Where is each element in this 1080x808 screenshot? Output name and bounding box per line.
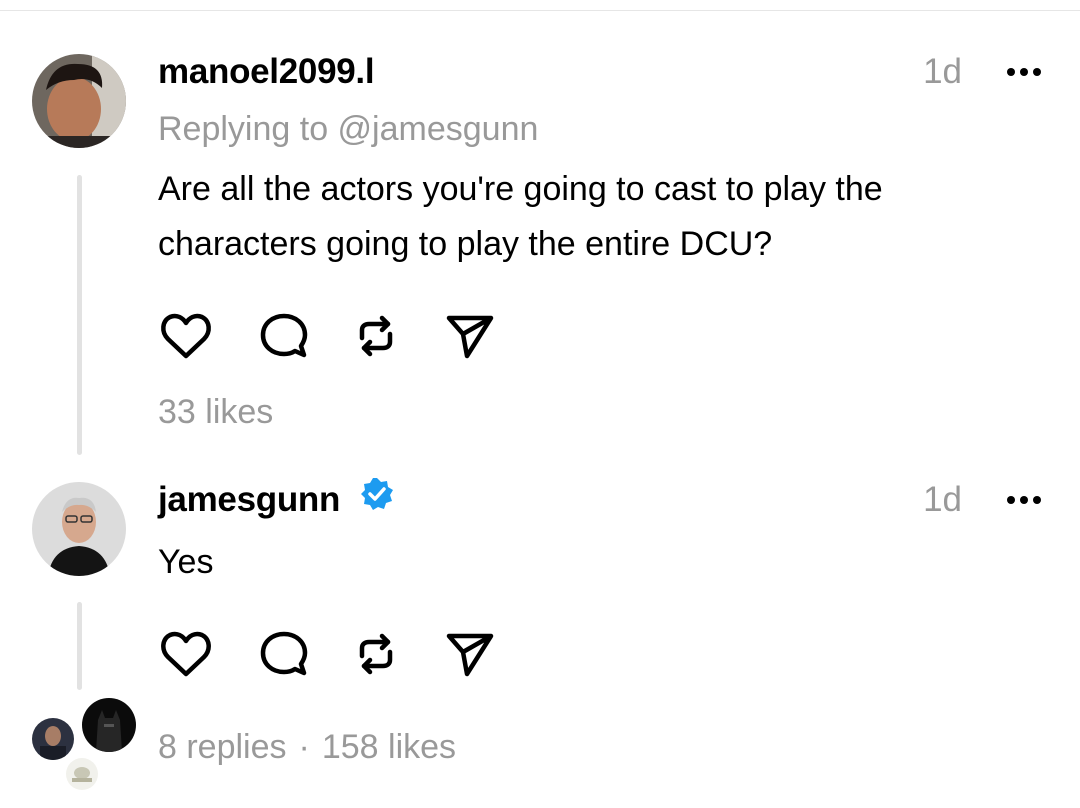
username-text[interactable]: jamesgunn xyxy=(158,480,340,519)
avatar[interactable] xyxy=(32,482,126,576)
send-icon[interactable] xyxy=(442,308,498,364)
replier-avatar xyxy=(66,758,98,790)
post-text: Yes xyxy=(158,543,214,581)
post-text: Are all the actors you're going to cast … xyxy=(158,170,883,263)
heart-icon[interactable] xyxy=(158,626,214,682)
author-reply-post: jamesgunn 1d Yes 8 replies · 158 likes xyxy=(0,460,1080,808)
reply-post: manoel2099.l 1d Replying to @jamesgunn A… xyxy=(0,0,1080,460)
more-icon[interactable] xyxy=(1006,492,1042,513)
username[interactable]: jamesgunn xyxy=(158,477,394,523)
replier-avatar xyxy=(82,698,136,752)
verified-badge-icon xyxy=(360,477,394,520)
repost-icon[interactable] xyxy=(348,308,404,364)
send-icon[interactable] xyxy=(442,626,498,682)
like-count[interactable]: 33 likes xyxy=(158,393,273,432)
repost-icon[interactable] xyxy=(348,626,404,682)
reply-stats: 8 replies · 158 likes xyxy=(158,728,456,767)
comment-bubble-icon[interactable] xyxy=(256,308,312,364)
thread-line xyxy=(77,602,82,690)
reply-count[interactable]: 8 replies xyxy=(158,728,287,766)
separator-dot: · xyxy=(298,728,310,766)
avatar[interactable] xyxy=(32,54,126,148)
username[interactable]: manoel2099.l xyxy=(158,52,375,92)
heart-icon[interactable] xyxy=(158,308,214,364)
replier-avatar xyxy=(32,718,74,760)
replying-to[interactable]: Replying to @jamesgunn xyxy=(158,110,538,149)
like-count[interactable]: 158 likes xyxy=(322,728,456,766)
comment-bubble-icon[interactable] xyxy=(256,626,312,682)
more-icon[interactable] xyxy=(1006,64,1042,85)
timestamp: 1d xyxy=(923,52,962,91)
timestamp: 1d xyxy=(923,480,962,519)
thread-line xyxy=(77,175,82,455)
